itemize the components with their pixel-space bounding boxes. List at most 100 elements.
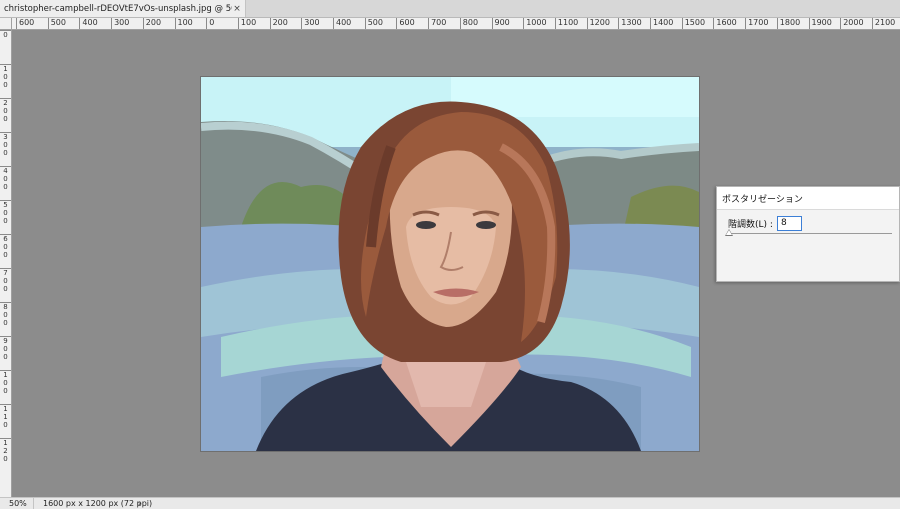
ruler-v-tick: 0 [0, 30, 11, 39]
ruler-v-tick-label: 0 [3, 31, 8, 39]
levels-slider-thumb[interactable] [725, 229, 733, 236]
ruler-h-tick-label: 2100 [874, 18, 896, 27]
ruler-v-tick-label: 4 [3, 167, 8, 175]
document-tab-bar: christopher-campbell-rDEOVtE7vOs-unsplas… [0, 0, 900, 18]
ruler-h-tick-label: 200 [145, 18, 162, 27]
ruler-h-tick: 1800 [776, 18, 800, 29]
ruler-h-tick: 0 [206, 18, 214, 29]
ruler-h-tick-label: 1900 [811, 18, 832, 27]
ruler-h-tick: 700 [428, 18, 446, 29]
ruler-h-tick-label: 100 [240, 18, 257, 27]
ruler-v-tick: 100 [0, 370, 11, 395]
ruler-h-tick-label: 1700 [748, 18, 769, 27]
ruler-v-tick: 700 [0, 268, 11, 293]
ruler-h-tick: 400 [333, 18, 351, 29]
ruler-v-tick-label: 0 [3, 149, 8, 157]
ruler-h-tick: 300 [301, 18, 320, 29]
ruler-v-tick-label: 3 [3, 133, 8, 141]
zoom-level[interactable]: 50% [0, 498, 34, 509]
ruler-v-tick-label: 0 [3, 345, 8, 353]
document-tab-title: christopher-campbell-rDEOVtE7vOs-unsplas… [4, 3, 232, 14]
ruler-v-tick-label: 0 [3, 73, 8, 81]
status-bar: 50% 1600 px x 1200 px (72 ppi) › [0, 497, 900, 509]
ruler-v-tick-label: 0 [3, 285, 8, 293]
ruler-v-tick-label: 1 [3, 439, 8, 447]
ruler-h-tick-label: 300 [114, 18, 130, 27]
ruler-h-tick: 1000 [523, 18, 547, 29]
ruler-h-tick-label: 500 [50, 18, 66, 27]
ruler-h-tick: 100 [174, 18, 193, 29]
ruler-h-tick: 1700 [745, 18, 768, 29]
ruler-v-tick-label: 2 [3, 447, 8, 455]
status-menu-arrow-icon[interactable]: › [138, 498, 141, 509]
levels-input[interactable] [776, 216, 802, 231]
ruler-h-tick: 2000 [840, 18, 864, 29]
ruler-h-tick-label: 2000 [843, 18, 864, 27]
ruler-h-tick-label: 900 [494, 18, 510, 27]
ruler-h-tick-label: 400 [336, 18, 352, 27]
ruler-v-tick-label: 2 [3, 99, 8, 107]
ruler-h-tick-label: 600 [399, 18, 415, 27]
close-icon[interactable]: × [232, 4, 242, 14]
ruler-h-tick-label: 1000 [526, 18, 547, 27]
ruler-h-tick-label: 100 [177, 18, 193, 27]
ruler-h-tick: 1900 [808, 18, 832, 29]
ruler-v-tick-label: 0 [3, 421, 8, 429]
ruler-h-tick: 900 [491, 18, 510, 29]
ruler-h-tick-label: 1400 [653, 18, 674, 27]
ruler-h-tick: 1500 [681, 18, 705, 29]
document-tab[interactable]: christopher-campbell-rDEOVtE7vOs-unsplas… [0, 0, 246, 17]
ruler-h-tick-label: 300 [304, 18, 320, 27]
ruler-h-tick-label: 800 [462, 18, 479, 27]
horizontal-ruler[interactable]: 600 500 400 300 200 100 0 100 200 300 400 500 600 700… [12, 18, 900, 30]
ruler-h-tick: 600 [16, 18, 34, 29]
ruler-v-tick-label: 0 [3, 353, 8, 361]
ruler-v-tick-label: 0 [3, 319, 8, 327]
ruler-h-tick-label: 1500 [684, 18, 706, 27]
dialog-title: ポスタリゼーション [722, 194, 803, 205]
ruler-v-tick-label: 0 [3, 251, 8, 259]
ruler-v-tick-label: 1 [3, 65, 8, 73]
ruler-h-tick: 500 [47, 18, 66, 29]
ruler-v-tick-label: 1 [3, 413, 8, 421]
ruler-h-tick-label: 400 [82, 18, 98, 27]
ruler-h-tick-label: 1300 [621, 18, 642, 27]
ruler-v-tick-label: 0 [3, 115, 8, 123]
ruler-v-tick: 200 [0, 98, 11, 123]
ruler-origin[interactable] [0, 18, 12, 30]
vertical-ruler[interactable]: 0100200300400500600700800900100110120 [0, 30, 12, 497]
ruler-h-tick: 300 [111, 18, 129, 29]
ruler-v-tick-label: 9 [3, 337, 8, 345]
ruler-v-tick-label: 1 [3, 405, 8, 413]
ruler-h-tick-label: 600 [19, 18, 35, 27]
ruler-v-tick-label: 0 [3, 455, 8, 463]
ruler-v-tick-label: 0 [3, 217, 8, 225]
posterized-portrait-image [201, 77, 699, 451]
ruler-v-tick: 120 [0, 438, 11, 463]
ruler-h-tick: 1300 [618, 18, 642, 29]
dialog-titlebar[interactable]: ポスタリゼーション [717, 187, 899, 210]
ruler-v-tick: 100 [0, 64, 11, 89]
ruler-h-tick-label: 1100 [557, 18, 579, 27]
ruler-h-tick-label: 500 [367, 18, 383, 27]
ruler-v-tick-label: 0 [3, 379, 8, 387]
ruler-h-tick: 1400 [650, 18, 673, 29]
ruler-h-tick: 1100 [554, 18, 578, 29]
document-image[interactable] [201, 77, 699, 451]
ruler-h-tick-label: 700 [431, 18, 447, 27]
ruler-h-tick: 400 [79, 18, 98, 29]
levels-label: 階調数(L) : [728, 220, 773, 230]
ruler-v-tick: 800 [0, 302, 11, 327]
levels-slider-track[interactable] [729, 233, 892, 234]
document-info: 1600 px x 1200 px (72 ppi) [43, 499, 153, 508]
ruler-v-tick: 110 [0, 404, 11, 429]
ruler-v-tick-label: 0 [3, 311, 8, 319]
ruler-h-tick-label: 0 [209, 18, 215, 27]
ruler-h-tick: 100 [237, 18, 256, 29]
ruler-h-tick-label: 200 [272, 18, 288, 27]
ruler-v-tick-label: 7 [3, 269, 8, 277]
ruler-v-tick-label: 1 [3, 371, 8, 379]
ruler-h-tick: 800 [459, 18, 478, 29]
ruler-h-tick-label: 1200 [589, 18, 610, 27]
ruler-v-tick-label: 0 [3, 183, 8, 191]
